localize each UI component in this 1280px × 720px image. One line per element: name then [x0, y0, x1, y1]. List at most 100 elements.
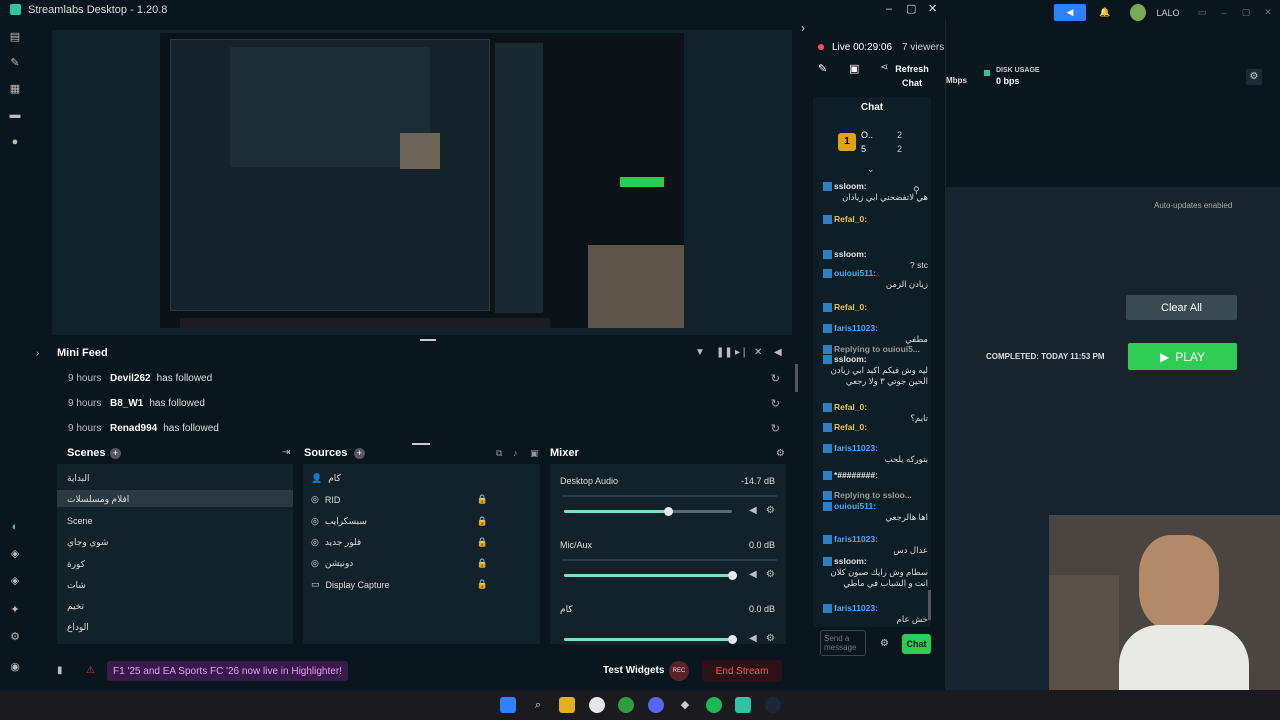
- minimize-icon[interactable]: –: [886, 3, 892, 15]
- avatar[interactable]: [1130, 4, 1146, 21]
- lock-icon[interactable]: 🔒: [477, 579, 488, 590]
- app-icon[interactable]: ◆: [677, 697, 693, 713]
- volume-icon[interactable]: ◀: [774, 347, 782, 358]
- themes-icon[interactable]: ✎: [9, 57, 21, 69]
- gear-icon[interactable]: ⚙: [766, 569, 775, 580]
- volume-icon[interactable]: ◀: [749, 569, 757, 580]
- popout-icon[interactable]: ▣: [849, 62, 859, 75]
- minimize-icon[interactable]: –: [1218, 4, 1230, 21]
- source-item[interactable]: ◎ دونيشن 🔒: [311, 558, 536, 569]
- settings-icon[interactable]: ⚙: [9, 631, 21, 643]
- studio-mode-icon[interactable]: ◐: [9, 521, 21, 533]
- gear-icon[interactable]: ⚙: [776, 448, 785, 459]
- skip-icon[interactable]: ▸❘: [735, 347, 748, 358]
- streamlabs-taskbar-icon[interactable]: [735, 697, 751, 713]
- share-icon[interactable]: ⋖: [880, 62, 888, 73]
- properties-icon[interactable]: ▣: [530, 448, 539, 459]
- editor-icon[interactable]: ▤: [9, 31, 21, 43]
- scrollbar[interactable]: [928, 590, 931, 620]
- lock-icon[interactable]: 🔒: [477, 537, 488, 548]
- chrome-icon[interactable]: [589, 697, 605, 713]
- volume-icon[interactable]: ◀: [749, 633, 757, 644]
- highlighter-icon[interactable]: ▬: [9, 109, 21, 121]
- scene-item[interactable]: البداية: [67, 473, 90, 484]
- scene-item[interactable]: شات: [67, 580, 86, 591]
- chevron-right-icon[interactable]: ›: [801, 21, 805, 35]
- discord-icon[interactable]: [648, 697, 664, 713]
- bell-icon[interactable]: 🔔: [1098, 4, 1112, 21]
- store-icon[interactable]: ▦: [9, 83, 21, 95]
- gear-icon[interactable]: ⚙: [1246, 69, 1262, 85]
- chevron-down-icon[interactable]: ⌄: [867, 164, 875, 175]
- lock-icon[interactable]: 🔒: [477, 494, 488, 505]
- lock-icon[interactable]: 🔒: [477, 558, 488, 569]
- highlighter-notice[interactable]: F1 '25 and EA Sports FC '26 now live in …: [107, 661, 348, 681]
- scene-item[interactable]: شوي وجاي: [67, 537, 108, 548]
- scene-item[interactable]: كورة: [67, 559, 85, 570]
- xbox-icon[interactable]: [618, 697, 634, 713]
- audio-icon[interactable]: ♪: [513, 448, 518, 458]
- repeat-icon[interactable]: ↻: [771, 372, 780, 385]
- mute-alerts-icon[interactable]: ✕: [754, 347, 762, 358]
- monitor-icon[interactable]: ▭: [1196, 4, 1208, 21]
- bg-user-name[interactable]: LALO: [1148, 4, 1188, 21]
- widgets-icon[interactable]: ◈: [9, 575, 21, 587]
- steam-icon[interactable]: [765, 697, 781, 713]
- layout-icon[interactable]: ◈: [9, 548, 21, 560]
- gear-icon[interactable]: ⚙: [766, 633, 775, 644]
- clear-all-button[interactable]: Clear All: [1126, 295, 1237, 320]
- alert-icon[interactable]: ⚠: [86, 665, 95, 676]
- play-button[interactable]: ▶ PLAY: [1128, 343, 1237, 370]
- record-icon[interactable]: ●: [9, 136, 21, 148]
- profile-icon[interactable]: ◉: [9, 661, 21, 673]
- source-item[interactable]: ◎ سبسكرايب 🔒: [311, 516, 536, 527]
- source-item[interactable]: ◎ RID 🔒: [311, 494, 536, 505]
- test-widgets-button[interactable]: Test Widgets: [603, 665, 664, 676]
- chat-send-button[interactable]: Chat: [902, 634, 931, 654]
- volume-slider[interactable]: [564, 635, 737, 644]
- end-stream-button[interactable]: End Stream: [702, 660, 782, 682]
- add-source-icon[interactable]: +: [354, 448, 365, 459]
- folder-icon[interactable]: ⧉: [496, 448, 502, 459]
- scene-transitions-icon[interactable]: ⇥: [282, 447, 290, 458]
- filter-icon[interactable]: ▼: [695, 347, 705, 358]
- lock-icon[interactable]: 🔒: [477, 516, 488, 527]
- refresh-chat-button[interactable]: Refresh Chat: [892, 62, 932, 90]
- maximize-icon[interactable]: ▢: [1240, 4, 1252, 21]
- maximize-icon[interactable]: ▢: [906, 2, 916, 15]
- record-button[interactable]: REC: [669, 661, 689, 681]
- bg-megaphone-button[interactable]: ◀: [1054, 4, 1086, 21]
- chevron-right-icon[interactable]: ›: [36, 348, 39, 359]
- resize-handle[interactable]: [420, 339, 436, 341]
- chat-input[interactable]: Send a message: [820, 630, 866, 656]
- repeat-icon[interactable]: ↻: [771, 422, 780, 435]
- scene-item[interactable]: تخيم: [67, 601, 84, 612]
- scene-item[interactable]: افلام ومسلسلات: [67, 494, 129, 505]
- scene-item[interactable]: الوداع: [67, 622, 89, 633]
- volume-slider[interactable]: [564, 507, 732, 516]
- source-item[interactable]: 👤 كام: [311, 473, 536, 484]
- volume-slider[interactable]: [564, 571, 737, 580]
- gear-icon[interactable]: ⚙: [880, 638, 889, 649]
- windows-start-icon[interactable]: [500, 697, 516, 713]
- source-item[interactable]: ▭ Display Capture 🔒: [311, 579, 536, 590]
- close-icon[interactable]: ✕: [1262, 4, 1274, 21]
- scrollbar[interactable]: [795, 364, 798, 392]
- scene-item[interactable]: Scene: [67, 516, 93, 526]
- close-icon[interactable]: ✕: [928, 2, 937, 15]
- add-scene-icon[interactable]: +: [110, 448, 121, 459]
- repeat-icon[interactable]: ↻: [771, 397, 780, 410]
- search-icon[interactable]: ⌕: [530, 697, 546, 713]
- pause-icon[interactable]: ❚❚: [716, 347, 733, 358]
- spotify-icon[interactable]: [706, 697, 722, 713]
- stream-preview[interactable]: [160, 33, 684, 328]
- volume-icon[interactable]: ◀: [749, 505, 757, 516]
- stats-icon[interactable]: ▮: [57, 665, 63, 676]
- preview-area[interactable]: ›: [52, 21, 805, 335]
- edit-icon[interactable]: ✎: [818, 62, 827, 75]
- help-icon[interactable]: ✦: [9, 604, 21, 616]
- gear-icon[interactable]: ⚙: [766, 505, 775, 516]
- file-explorer-icon[interactable]: [559, 697, 575, 713]
- resize-handle[interactable]: [412, 443, 430, 445]
- source-item[interactable]: ◎ فلور جديد 🔒: [311, 537, 536, 548]
